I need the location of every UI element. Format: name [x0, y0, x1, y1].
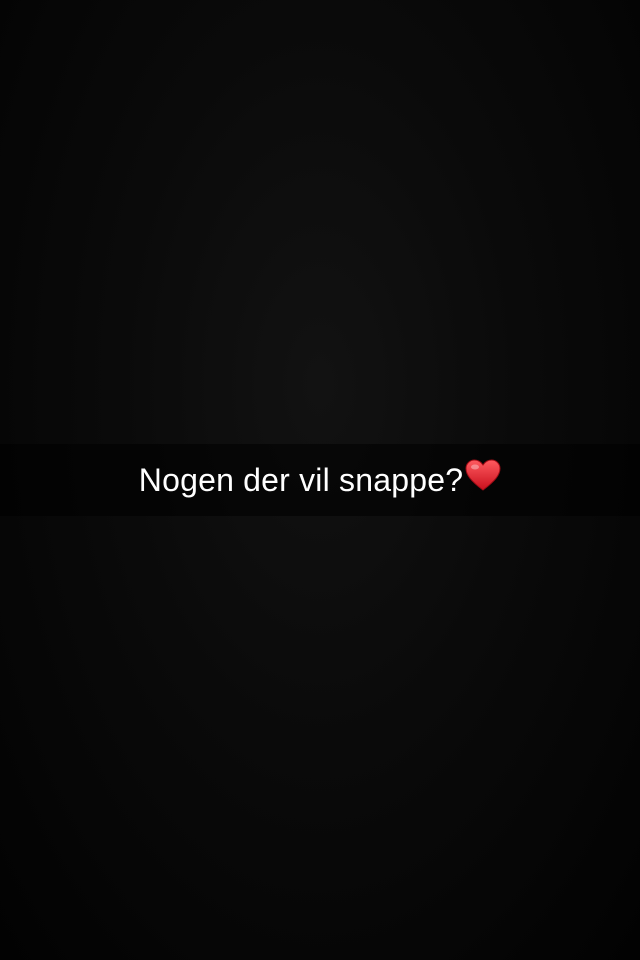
- caption-text: Nogen der vil snappe?: [138, 462, 464, 498]
- caption-bar: Nogen der vil snappe?: [0, 444, 640, 516]
- heart-icon: [465, 459, 501, 493]
- snap-canvas: Nogen der vil snappe?: [0, 0, 640, 960]
